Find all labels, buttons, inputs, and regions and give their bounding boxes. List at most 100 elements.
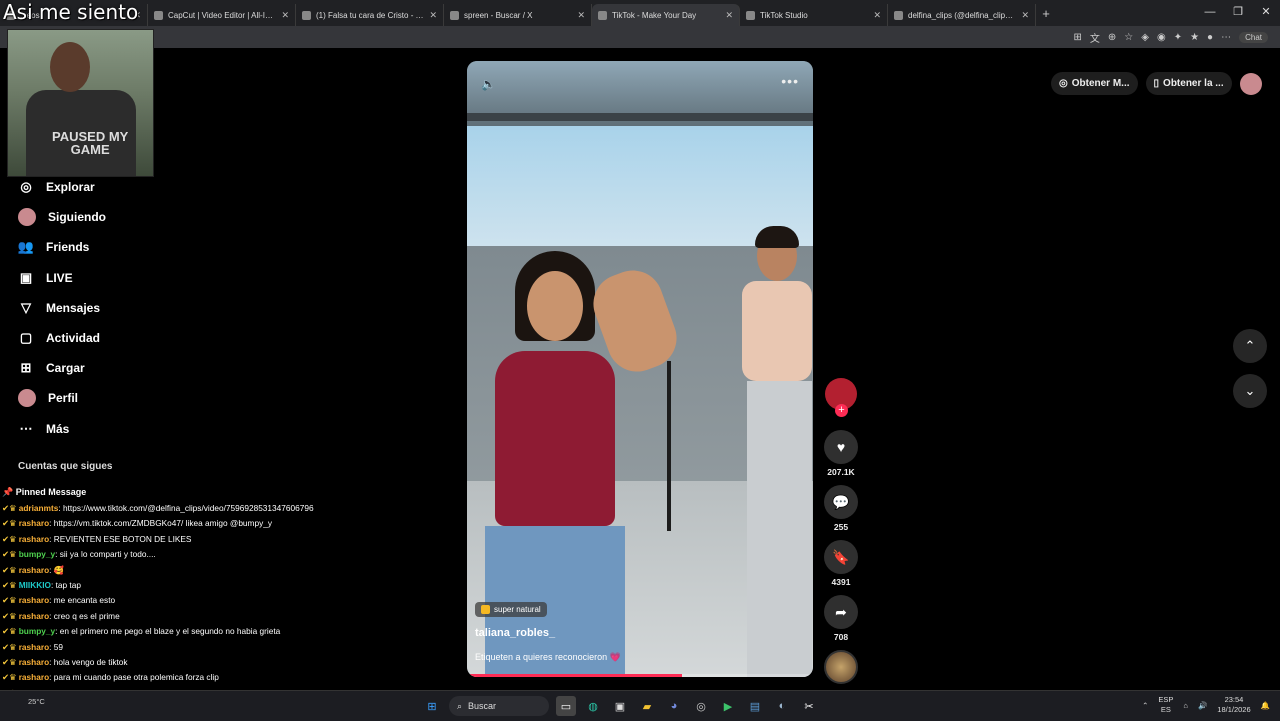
chat-username[interactable]: rasharo: [19, 611, 49, 621]
maximize-button[interactable]: ❐: [1224, 0, 1252, 24]
obs-icon[interactable]: ◎: [691, 696, 711, 716]
discord-icon[interactable]: ◕: [664, 696, 684, 716]
chevron-up-icon[interactable]: ⌃: [1142, 701, 1148, 710]
badge-icon: ✔♛: [2, 626, 19, 637]
zoom-icon[interactable]: ⊕: [1108, 32, 1116, 43]
new-tab-button[interactable]: +: [1036, 6, 1056, 21]
close-tab-icon[interactable]: ✕: [725, 10, 733, 21]
volume-icon[interactable]: 🔊: [1198, 701, 1207, 710]
bookmark-icon: 🔖: [832, 548, 850, 565]
previous-video-button[interactable]: ⌃: [1233, 329, 1267, 363]
video-caption: Etiqueten a quieres reconocieron 💗: [475, 652, 621, 662]
sidebar-item-siguiendo[interactable]: Siguiendo: [18, 202, 106, 232]
browser-tab[interactable]: TikTok Studio ✕: [740, 4, 888, 26]
chat-message: ✔♛ rasharo: hola vengo de tiktok: [2, 656, 128, 667]
browser-tab[interactable]: delfina_clips (@delfina_clips) | TikTok ✕: [888, 4, 1036, 26]
browser-tab[interactable]: spreen - Buscar / X ✕: [444, 4, 592, 26]
puzzle-icon[interactable]: ✦: [1174, 32, 1182, 43]
browser-tab[interactable]: CapCut | Video Editor | All-In-One ✕: [148, 4, 296, 26]
sidebar-item-mensajes[interactable]: ▽ Mensajes: [18, 293, 106, 323]
get-desktop-app-button[interactable]: ▯ Obtener la ...: [1145, 72, 1232, 95]
address-bar[interactable]: ⊞ ⽂ ⊕ ☆ ◈ ◉ ✦ ★ ● ⋯ Chat: [0, 26, 1280, 48]
star-icon[interactable]: ☆: [1124, 32, 1133, 43]
edge-icon[interactable]: ◍: [583, 696, 603, 716]
share-icon: ➦: [835, 603, 847, 620]
chat-username[interactable]: rasharo: [19, 595, 49, 605]
comment-button[interactable]: 💬: [824, 485, 858, 519]
network-icon[interactable]: ⌂: [1183, 701, 1188, 710]
close-window-button[interactable]: ✕: [1252, 0, 1280, 24]
translate-icon[interactable]: ⽂: [1090, 30, 1100, 45]
notes-icon[interactable]: ▤: [745, 696, 765, 716]
notification-icon[interactable]: 🔔: [1261, 701, 1270, 710]
clock[interactable]: 23:54 18/1/2026: [1217, 695, 1250, 715]
like-button[interactable]: ♥: [824, 430, 858, 464]
following-avatar-icon: [18, 208, 36, 227]
creator-avatar[interactable]: +: [825, 378, 857, 417]
music-disc[interactable]: [824, 650, 858, 684]
browser-tab[interactable]: TikTok - Make Your Day ✕: [592, 4, 740, 26]
more-icon[interactable]: ⋯: [1221, 32, 1231, 43]
close-tab-icon[interactable]: ✕: [281, 10, 289, 21]
follow-plus-icon[interactable]: +: [835, 404, 848, 417]
chat-username[interactable]: rasharo: [19, 534, 49, 544]
close-tab-icon[interactable]: ✕: [429, 10, 437, 21]
install-icon[interactable]: ⊞: [1074, 32, 1082, 43]
chat-message: ✔♛ rasharo: me encanta esto: [2, 595, 116, 606]
close-tab-icon[interactable]: ✕: [1021, 10, 1029, 21]
video-username[interactable]: taliana_robles_: [475, 627, 555, 639]
folder-icon[interactable]: ▰: [637, 696, 657, 716]
taskbar-search[interactable]: ⌕ Buscar: [449, 696, 549, 716]
favicon-icon: [746, 10, 755, 20]
chat-text: en el primero me pego el blaze y el segu…: [59, 626, 281, 637]
chat-button[interactable]: Chat: [1239, 32, 1268, 43]
minimize-button[interactable]: —: [1196, 0, 1224, 24]
start-button[interactable]: ⊞: [422, 696, 442, 716]
close-tab-icon[interactable]: ✕: [873, 10, 881, 21]
sidebar-item-actividad[interactable]: ▢ Actividad: [18, 323, 106, 353]
store-icon[interactable]: ▣: [610, 696, 630, 716]
chat-username[interactable]: rasharo: [19, 565, 49, 575]
language-indicator[interactable]: ESP ES: [1158, 695, 1173, 715]
sidebar-item-cargar[interactable]: ⊞ Cargar: [18, 353, 106, 383]
effect-badge[interactable]: super natural: [475, 602, 547, 617]
extension-icon[interactable]: ◈: [1141, 32, 1149, 43]
close-tab-icon[interactable]: ✕: [577, 10, 585, 21]
following-header: Cuentas que sigues: [18, 461, 113, 472]
chat-username[interactable]: bumpy_y: [19, 549, 55, 559]
video-more-icon[interactable]: •••: [781, 73, 799, 89]
chat-username[interactable]: rasharo: [19, 657, 49, 667]
profile-icon[interactable]: ●: [1207, 32, 1213, 43]
sidebar-item-friends[interactable]: 👥 Friends: [18, 232, 106, 262]
chat-username[interactable]: bumpy_y: [19, 626, 55, 636]
profile-avatar[interactable]: [1239, 72, 1262, 95]
chat-text: 🥰: [53, 564, 65, 575]
browser-tab[interactable]: (1) Falsa tu cara de Cristo - YouTube ✕: [296, 4, 444, 26]
sidebar-item-live[interactable]: ▣ LIVE: [18, 263, 106, 293]
next-video-button[interactable]: ⌄: [1233, 374, 1267, 408]
tab-title: TikTok - Make Your Day: [612, 10, 697, 20]
chat-username[interactable]: rasharo: [19, 518, 49, 528]
steam-icon[interactable]: ◐: [772, 696, 792, 716]
favorites-icon[interactable]: ★: [1190, 32, 1199, 43]
chat-username[interactable]: MIIKKIO: [19, 580, 51, 590]
volume-icon[interactable]: 🔈: [481, 77, 496, 91]
chat-username[interactable]: adrianmts: [19, 503, 59, 513]
media-icon[interactable]: ▶: [718, 696, 738, 716]
chat-username[interactable]: rasharo: [19, 672, 49, 682]
video-progress-bar[interactable]: [467, 674, 813, 677]
share-button[interactable]: ➦: [824, 595, 858, 629]
sidebar-item-más[interactable]: ⋯ Más: [18, 414, 106, 444]
sidebar-item-perfil[interactable]: Perfil: [18, 383, 106, 413]
chat-username[interactable]: rasharo: [19, 642, 49, 652]
get-app-button[interactable]: ◎ Obtener M...: [1051, 72, 1138, 95]
video-player[interactable]: 🔈 ••• super natural taliana_robles_ Etiq…: [467, 61, 813, 677]
capcut-icon[interactable]: ✂: [799, 696, 819, 716]
save-button[interactable]: 🔖: [824, 540, 858, 574]
weather-widget[interactable]: 25°C: [28, 697, 45, 706]
extension-icon[interactable]: ◉: [1157, 32, 1166, 43]
tab-strip: ...eos ✕ CapCut | Video Editor | All-In-On…: [0, 0, 1036, 26]
file-icon[interactable]: ▭: [556, 696, 576, 716]
browser-tab-bar: ...eos ✕ CapCut | Video Editor | All-In-On…: [0, 0, 1280, 26]
chat-message: ✔♛ MIIKKIO: tap tap: [2, 579, 81, 590]
